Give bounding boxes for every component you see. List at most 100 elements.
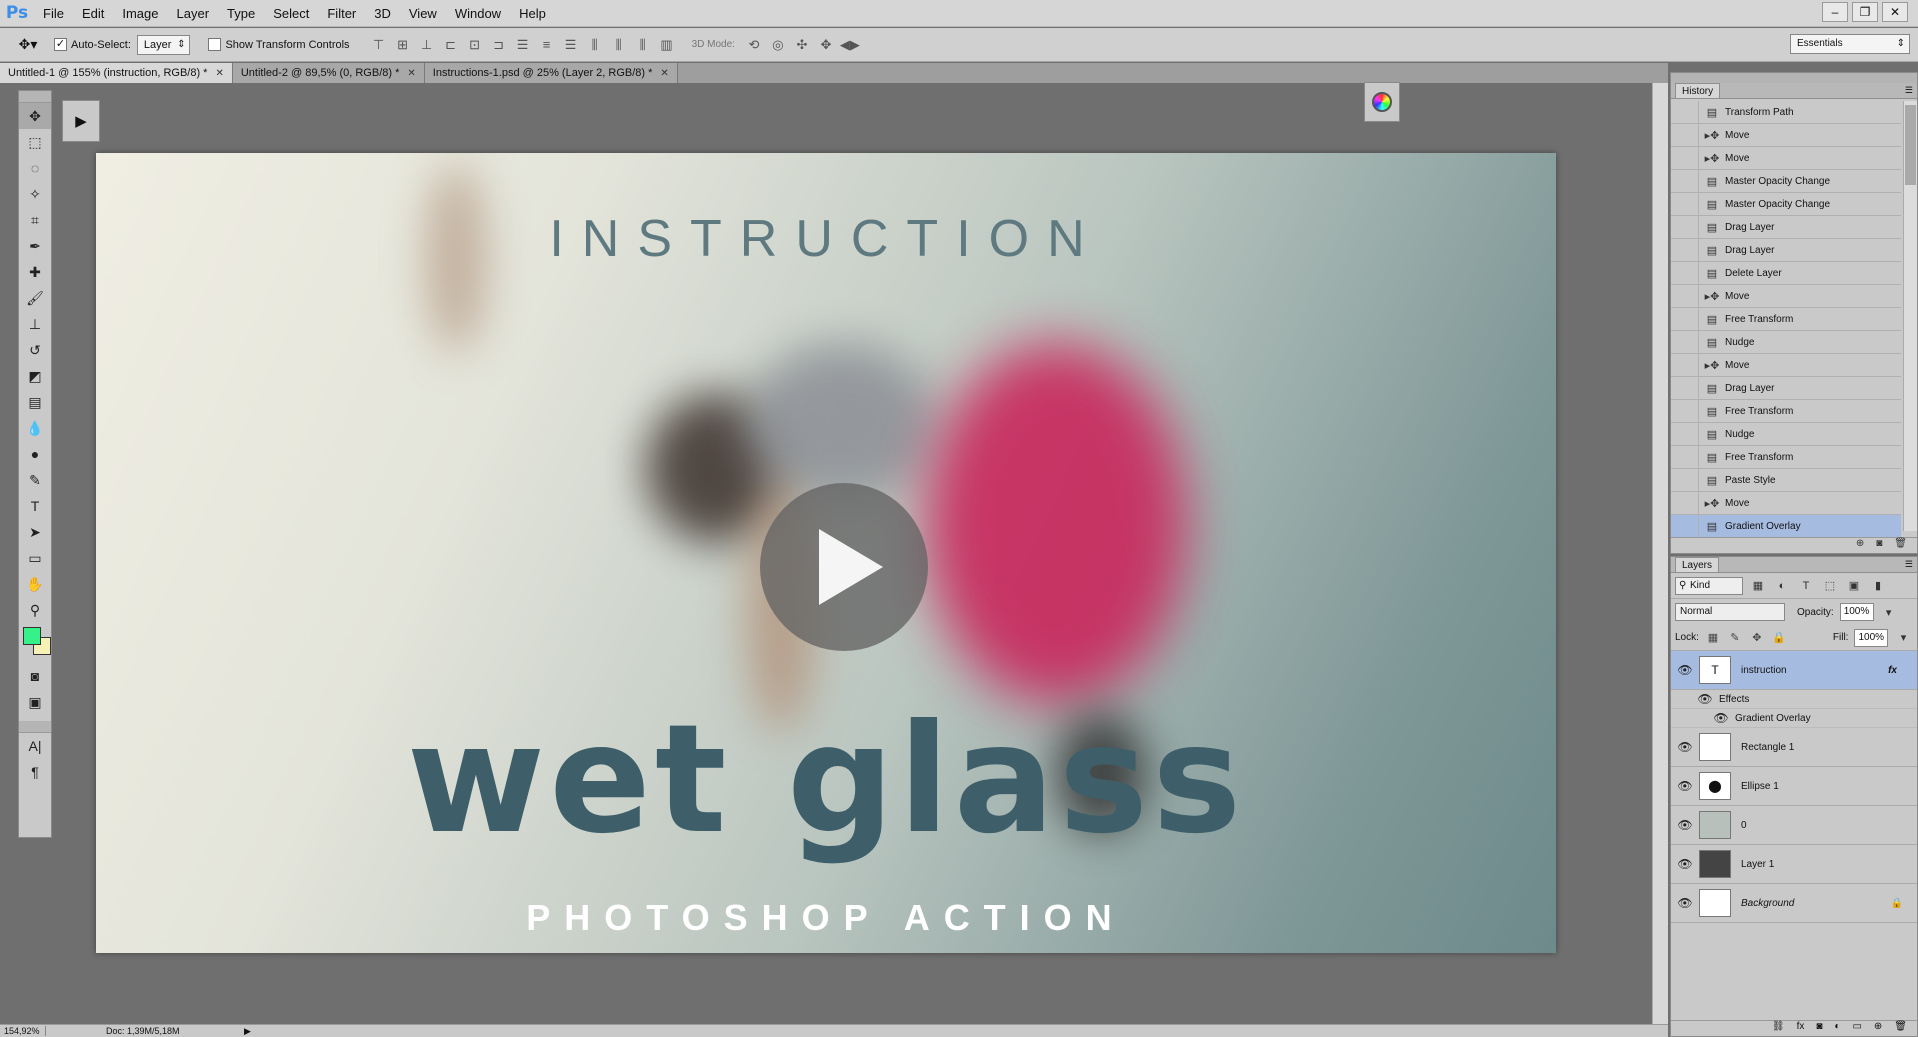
tab-instructions-1[interactable]: Instructions-1.psd @ 25% (Layer 2, RGB/8… <box>424 63 678 83</box>
fx-icon[interactable]: fx <box>1888 665 1897 676</box>
rectangle-tool-icon[interactable]: ▭ <box>19 545 51 571</box>
visibility-eye-icon[interactable]: 👁 <box>1691 692 1719 706</box>
character-panel-icon[interactable]: A| <box>19 733 51 759</box>
align-top-icon[interactable]: ⊤ <box>370 36 388 54</box>
close-icon[interactable]: ✕ <box>660 68 668 79</box>
filter-adjustment-icon[interactable]: ◐ <box>1773 580 1791 592</box>
zoom-level[interactable]: 154,92% <box>0 1026 46 1036</box>
history-item[interactable]: ▤ Free Transform <box>1671 445 1901 469</box>
brush-tool-icon[interactable]: 🖌 <box>19 285 51 311</box>
close-icon[interactable]: ✕ <box>407 68 415 79</box>
filter-pixel-icon[interactable]: ▦ <box>1749 579 1767 592</box>
quick-mask-icon[interactable]: ◙ <box>19 663 51 689</box>
menu-image[interactable]: Image <box>113 0 167 27</box>
distribute-vcenter-icon[interactable]: ≡ <box>538 36 556 54</box>
tab-history[interactable]: History <box>1675 83 1721 98</box>
visibility-eye-icon[interactable]: 👁 <box>1671 740 1699 754</box>
layer-instruction[interactable]: 👁 T instruction fx <box>1671 651 1917 690</box>
align-left-icon[interactable]: ⊏ <box>442 36 460 54</box>
scrollbar-thumb[interactable] <box>1905 105 1916 185</box>
show-transform-controls-checkbox[interactable]: Show Transform Controls <box>208 38 350 51</box>
menu-file[interactable]: File <box>34 0 73 27</box>
layer-0[interactable]: 👁 0 <box>1671 806 1917 845</box>
chevron-down-icon[interactable]: ▾ <box>1894 631 1912 644</box>
layer-background[interactable]: 👁 Background 🔒 <box>1671 884 1917 923</box>
hand-tool-icon[interactable]: ✋ <box>19 571 51 597</box>
lasso-tool-icon[interactable]: ◌ <box>19 155 51 181</box>
actions-play-icon[interactable]: ▶ <box>62 100 100 142</box>
close-icon[interactable]: ✕ <box>215 68 223 79</box>
lock-transparency-icon[interactable]: ▦ <box>1705 631 1721 644</box>
history-item-selected[interactable]: ▤ Gradient Overlay <box>1671 514 1901 538</box>
align-right-icon[interactable]: ⊐ <box>490 36 508 54</box>
status-menu-arrow-icon[interactable]: ▶ <box>244 1026 251 1037</box>
eyedropper-tool-icon[interactable]: ✒ <box>19 233 51 259</box>
panel-collapse-bar[interactable] <box>1671 73 1917 83</box>
trash-icon[interactable]: 🗑 <box>1894 538 1907 553</box>
clone-stamp-tool-icon[interactable]: ⊥ <box>19 311 51 337</box>
eraser-tool-icon[interactable]: ◩ <box>19 363 51 389</box>
play-button[interactable] <box>760 483 928 651</box>
close-button[interactable]: ✕ <box>1882 2 1908 22</box>
history-item[interactable]: ▸✥ Move <box>1671 284 1901 308</box>
healing-brush-tool-icon[interactable]: ✚ <box>19 259 51 285</box>
tab-layers[interactable]: Layers <box>1675 557 1720 572</box>
panel-menu-icon[interactable]: ☰ <box>1905 85 1913 96</box>
type-tool-icon[interactable]: T <box>19 493 51 519</box>
lock-position-icon[interactable]: ✥ <box>1749 631 1765 644</box>
history-scrollbar[interactable] <box>1903 101 1917 531</box>
3d-slide-icon[interactable]: ✥ <box>817 36 835 54</box>
auto-select-target-dropdown[interactable]: Layer <box>136 34 191 55</box>
foreground-color-swatch[interactable] <box>23 627 41 645</box>
workspace-dropdown[interactable]: Essentials <box>1790 34 1910 54</box>
history-item[interactable]: ▤ Free Transform <box>1671 399 1901 423</box>
history-item[interactable]: ▤ Drag Layer <box>1671 215 1901 239</box>
tab-untitled-1[interactable]: Untitled-1 @ 155% (instruction, RGB/8) *… <box>0 63 233 83</box>
3d-drag-icon[interactable]: ✣ <box>793 36 811 54</box>
visibility-eye-icon[interactable]: 👁 <box>1671 663 1699 677</box>
history-item[interactable]: ▤ Drag Layer <box>1671 376 1901 400</box>
visibility-eye-icon[interactable]: 👁 <box>1671 818 1699 832</box>
zoom-tool-icon[interactable]: ⚲ <box>19 597 51 623</box>
new-group-folder-icon[interactable]: ▭ <box>1852 1021 1861 1036</box>
visibility-eye-icon[interactable]: 👁 <box>1671 896 1699 910</box>
menu-view[interactable]: View <box>400 0 446 27</box>
3d-scale-icon[interactable]: ◀▶ <box>840 36 860 54</box>
menu-edit[interactable]: Edit <box>73 0 113 27</box>
auto-select-checkbox[interactable]: ✓ Auto-Select: <box>54 38 131 51</box>
menu-select[interactable]: Select <box>264 0 318 27</box>
move-tool-preset-icon[interactable]: ✥▾ <box>8 33 48 57</box>
filter-type-icon[interactable]: T <box>1797 580 1815 592</box>
chevron-down-icon[interactable]: ▾ <box>1880 606 1898 619</box>
document-canvas[interactable]: INSTRUCTION wet glass PHOTOSHOP ACTION <box>96 153 1556 953</box>
history-item[interactable]: ▸✥ Move <box>1671 146 1901 170</box>
link-layers-icon[interactable]: ⛓ <box>1772 1021 1785 1036</box>
lock-pixels-icon[interactable]: ✎ <box>1727 631 1743 644</box>
new-document-from-state-icon[interactable]: ⊕ <box>1856 538 1864 553</box>
paragraph-panel-icon[interactable]: ¶ <box>19 759 51 785</box>
history-item[interactable]: ▤ Master Opacity Change <box>1671 192 1901 216</box>
canvas-vertical-scrollbar[interactable] <box>1652 83 1668 1027</box>
history-item[interactable]: ▤ Master Opacity Change <box>1671 169 1901 193</box>
3d-rotate-icon[interactable]: ⟲ <box>745 36 763 54</box>
filter-smart-object-icon[interactable]: ▣ <box>1845 579 1863 592</box>
fill-input[interactable]: 100% <box>1854 628 1889 647</box>
lock-all-icon[interactable]: 🔒 <box>1771 631 1787 644</box>
distribute-right-icon[interactable]: ⫼ <box>634 36 652 54</box>
restore-button[interactable]: ❐ <box>1852 2 1878 22</box>
filter-kind-dropdown[interactable]: Kind <box>1675 576 1743 595</box>
layer-1[interactable]: 👁 Layer 1 <box>1671 845 1917 884</box>
distribute-left-icon[interactable]: ⫼ <box>586 36 604 54</box>
history-item[interactable]: ▤ Delete Layer <box>1671 261 1901 285</box>
visibility-eye-icon[interactable]: 👁 <box>1671 779 1699 793</box>
distribute-hcenter-icon[interactable]: ⫼ <box>610 36 628 54</box>
dodge-tool-icon[interactable]: ● <box>19 441 51 467</box>
distribute-bottom-icon[interactable]: ☰ <box>562 36 580 54</box>
history-item[interactable]: ▤ Free Transform <box>1671 307 1901 331</box>
history-item[interactable]: ▤ Nudge <box>1671 422 1901 446</box>
crop-tool-icon[interactable]: ⌗ <box>19 207 51 233</box>
quick-select-tool-icon[interactable]: ✧ <box>19 181 51 207</box>
add-style-fx-icon[interactable]: fx <box>1797 1021 1805 1036</box>
history-item[interactable]: ▤ Paste Style <box>1671 468 1901 492</box>
history-brush-tool-icon[interactable]: ↺ <box>19 337 51 363</box>
